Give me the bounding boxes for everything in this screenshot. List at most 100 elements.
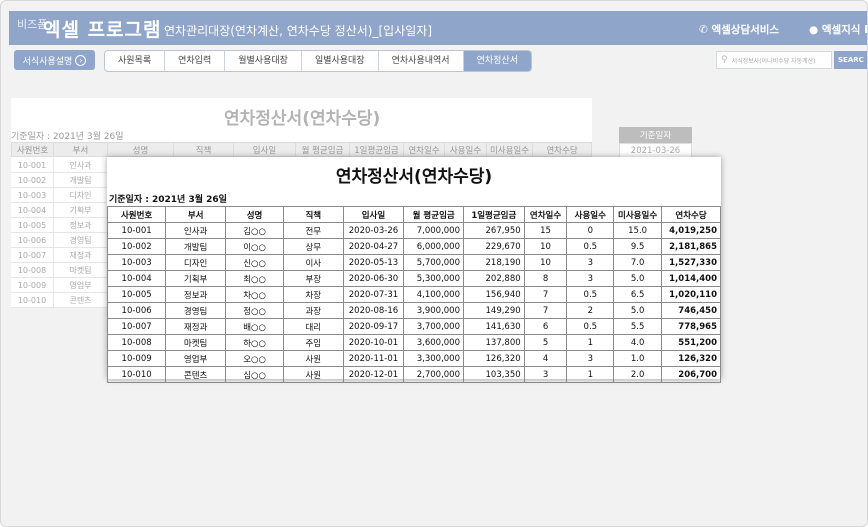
cell-dept: 영업부 xyxy=(165,350,227,367)
cell-dept: 개발팀 xyxy=(165,238,227,255)
sheet-cell: 10-005 xyxy=(11,218,54,233)
cell-dept: 인사과 xyxy=(165,222,227,239)
cell-daily-wage: 202,880 xyxy=(463,270,525,287)
sheet-header-cell: 입사일 xyxy=(234,142,296,157)
cell-leave-days: 6 xyxy=(523,318,568,335)
excel-knowledge-label: 엑셀지식 IN xyxy=(821,24,868,36)
cell-employee-id: 10-009 xyxy=(106,350,167,367)
sheet-cell: 경영팀 xyxy=(54,233,108,248)
sheet-header-cell: 연차일수 xyxy=(404,142,445,157)
settlement-table: 사원번호 부서 성명 직책 입사일 월 평균임금 1일평균임금 연차일수 사용일… xyxy=(106,206,721,383)
table-row: 10-010 콘텐츠 심○○ 사원 2020-12-01 2,700,000 1… xyxy=(106,366,721,383)
column-header: 연차일수 xyxy=(523,206,568,223)
cell-dept: 디자인 xyxy=(165,254,227,271)
search-button[interactable]: SEARC xyxy=(834,51,867,69)
cell-allowance: 1,020,110 xyxy=(661,286,721,303)
sheet-cell: 정보과 xyxy=(54,218,108,233)
sheet-row: 10-008 마켓팀 xyxy=(11,263,108,278)
table-row: 10-005 정보과 차○○ 차장 2020-07-31 4,100,000 1… xyxy=(106,286,721,303)
sheet-cell: 마켓팀 xyxy=(54,263,108,278)
sheet-cell: 디자인 xyxy=(54,188,108,203)
cell-leave-days: 7 xyxy=(523,286,568,303)
sheet-row: 10-001 인사과 xyxy=(11,158,108,173)
cell-unused-days: 9.5 xyxy=(613,238,663,255)
cell-position: 과장 xyxy=(282,302,344,319)
usage-guide-button[interactable]: 서식사용설명 › xyxy=(14,50,95,70)
sheet-row: 10-005 정보과 xyxy=(11,218,108,233)
tab-leave-input[interactable]: 연차입력 xyxy=(165,51,226,71)
cell-join-date: 2020-09-17 xyxy=(342,318,405,335)
cell-used-days: 0.5 xyxy=(566,286,615,303)
sheet-cell: 10-010 xyxy=(11,293,54,308)
cell-allowance: 551,200 xyxy=(661,334,721,351)
tab-usage-history[interactable]: 연차사용내역서 xyxy=(379,51,464,71)
cell-employee-id: 10-004 xyxy=(106,270,167,287)
table-row: 10-007 재정과 배○○ 대리 2020-09-17 3,700,000 1… xyxy=(106,318,721,335)
cell-daily-wage: 156,940 xyxy=(463,286,525,303)
settlement-preview: 연차정산서(연차수당) 기준일자 : 2021년 3월 26일 사원번호 부서 … xyxy=(106,157,721,383)
cell-employee-id: 10-010 xyxy=(106,366,167,383)
sheet-header-cell: 부서 xyxy=(54,142,108,157)
sheet-cell: 인사과 xyxy=(54,158,108,173)
tab-settlement[interactable]: 연차정산서 xyxy=(463,51,531,71)
cell-allowance: 778,965 xyxy=(661,318,721,335)
location-icon: ● xyxy=(809,24,819,36)
usage-guide-label: 서식사용설명 xyxy=(22,56,73,67)
cell-unused-days: 15.0 xyxy=(613,222,663,239)
tab-daily-ledger[interactable]: 일별사용대장 xyxy=(302,51,379,71)
cell-unused-days: 2.0 xyxy=(613,366,663,383)
cell-position: 이사 xyxy=(282,254,344,271)
cell-join-date: 2020-10-01 xyxy=(342,334,405,351)
sheet-row: 10-010 콘텐츠 xyxy=(11,293,108,308)
sheet-date: 기준일자 : 2021년 3월 26일 xyxy=(11,132,124,142)
column-header: 1일평균임금 xyxy=(463,206,525,223)
cell-allowance: 206,700 xyxy=(661,366,721,383)
cell-used-days: 0.5 xyxy=(566,238,615,255)
sheet-cell: 10-008 xyxy=(11,263,54,278)
cell-monthly-wage: 6,000,000 xyxy=(403,238,464,255)
cell-join-date: 2020-03-26 xyxy=(342,222,405,239)
cell-daily-wage: 149,290 xyxy=(463,302,525,319)
search-icon: ⚲ xyxy=(721,55,728,65)
excel-consult-link[interactable]: ✆ 엑셀상담서비스 xyxy=(699,22,779,37)
sheet-cell: 콘텐츠 xyxy=(54,293,108,308)
cell-leave-days: 4 xyxy=(523,350,568,367)
preview-date: 기준일자 : 2021년 3월 26일 xyxy=(109,195,227,205)
cell-employee-id: 10-005 xyxy=(106,286,167,303)
column-header: 월 평균임금 xyxy=(403,206,464,223)
cell-name: 정○○ xyxy=(225,302,284,319)
cell-name: 신○○ xyxy=(225,254,284,271)
search-input[interactable]: ⚲ 서식정보사(이나비수당 자동계산) xyxy=(716,51,832,69)
cell-join-date: 2020-12-01 xyxy=(342,366,405,383)
cell-used-days: 3 xyxy=(566,254,615,271)
cell-name: 김○○ xyxy=(225,222,284,239)
sheet-header-row: 사원번호 부서 성명 직책 입사일 월 평균임금 1일평균임금 연차일수 사용일… xyxy=(11,142,592,157)
sheet-cell: 기획부 xyxy=(54,203,108,218)
cell-daily-wage: 126,320 xyxy=(463,350,525,367)
search-placeholder: 서식정보사(이나비수당 자동계산) xyxy=(731,57,816,65)
cell-used-days: 2 xyxy=(566,302,615,319)
excel-knowledge-link[interactable]: ● 엑셀지식 IN xyxy=(809,22,868,37)
table-row: 10-004 기획부 최○○ 부장 2020-06-30 5,300,000 2… xyxy=(106,270,721,287)
table-row: 10-008 마켓팀 하○○ 주임 2020-10-01 3,600,000 1… xyxy=(106,334,721,351)
cell-unused-days: 4.0 xyxy=(613,334,663,351)
cell-join-date: 2020-06-30 xyxy=(342,270,405,287)
sheet-cell: 영업부 xyxy=(54,278,108,293)
cell-allowance: 746,450 xyxy=(661,302,721,319)
tab-employee-list[interactable]: 사원목록 xyxy=(105,51,166,71)
cell-monthly-wage: 7,000,000 xyxy=(403,222,464,239)
tab-monthly-ledger[interactable]: 월별사용대장 xyxy=(225,51,302,71)
sheet-cell: 재정과 xyxy=(54,248,108,263)
cell-position: 사원 xyxy=(282,350,344,367)
sheet-header-cell: 연차수당 xyxy=(533,142,592,157)
cell-monthly-wage: 5,300,000 xyxy=(403,270,464,287)
cell-allowance: 2,181,865 xyxy=(661,238,721,255)
cell-allowance: 4,019,250 xyxy=(661,222,721,239)
cell-employee-id: 10-007 xyxy=(106,318,167,335)
cell-daily-wage: 141,630 xyxy=(463,318,525,335)
preview-title: 연차정산서(연차수당) xyxy=(335,167,493,187)
sheet-header-cell: 1일평균임금 xyxy=(350,142,404,157)
cell-position: 부장 xyxy=(282,270,344,287)
cell-join-date: 2020-04-27 xyxy=(342,238,405,255)
cell-dept: 마켓팀 xyxy=(165,334,227,351)
